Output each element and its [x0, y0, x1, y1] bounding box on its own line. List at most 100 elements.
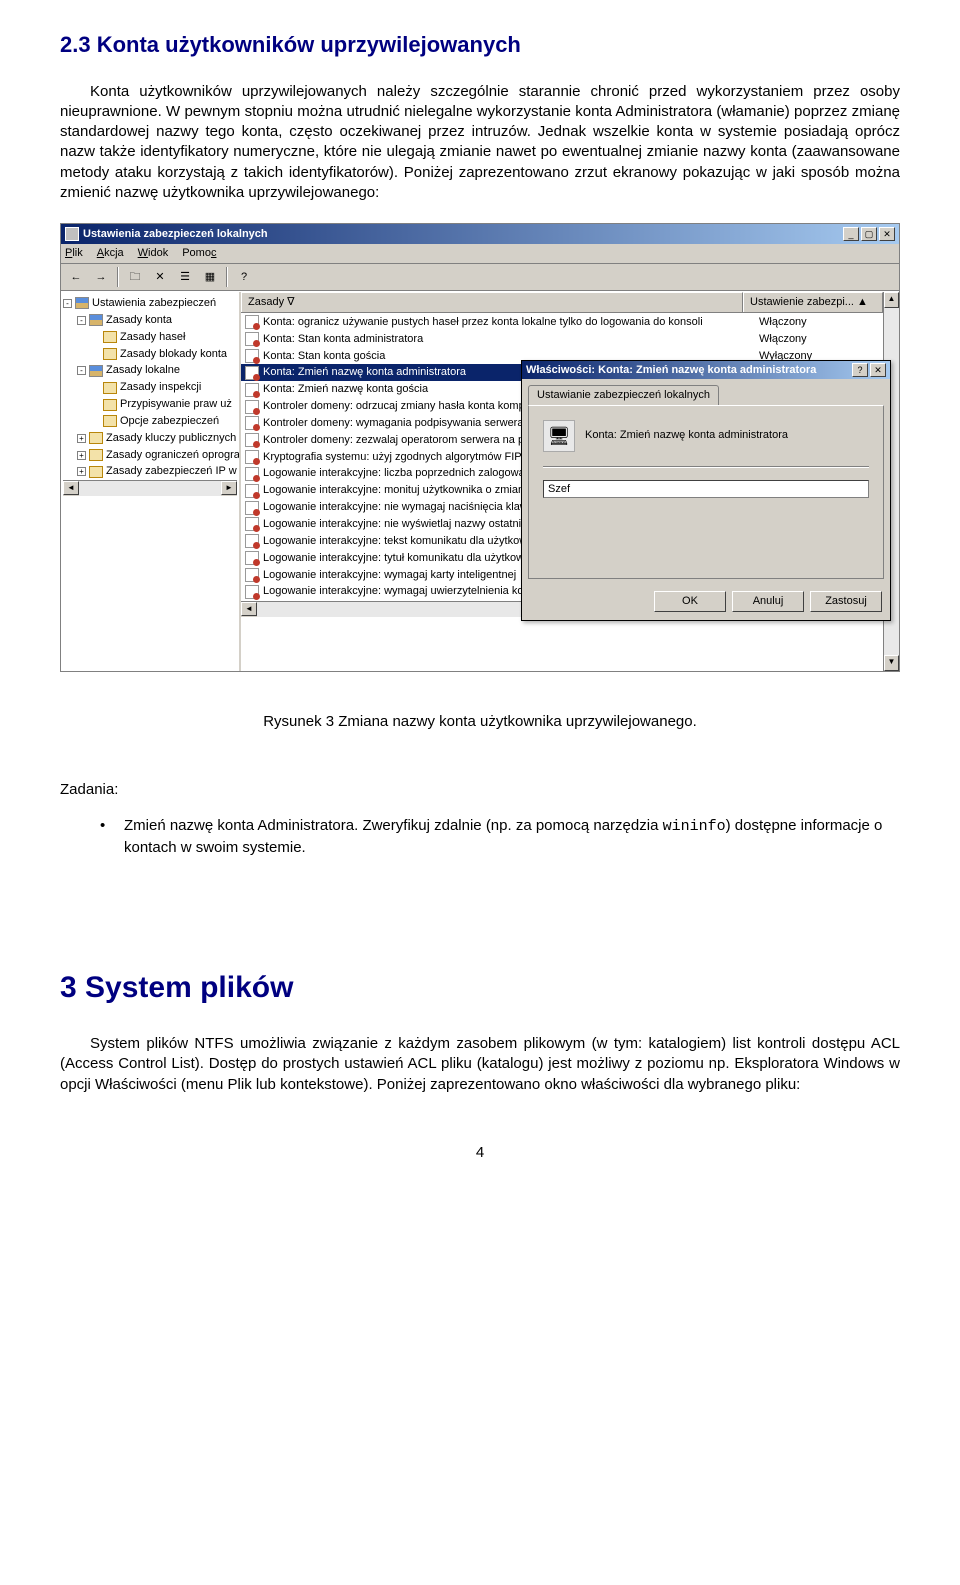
folder-icon	[103, 348, 117, 360]
tree-item[interactable]: + Zasady zabezpieczeń IP w	[63, 463, 237, 480]
tree-toggle-icon[interactable]: +	[77, 451, 86, 460]
scroll-right-icon[interactable]: ►	[221, 481, 237, 495]
tree-hscroll[interactable]: ◄ ►	[63, 480, 237, 496]
toolbar-delete-icon[interactable]: ✕	[149, 267, 171, 287]
policy-icon	[245, 568, 259, 582]
folder-icon	[89, 466, 103, 478]
tree-item[interactable]: -Zasady lokalne	[63, 362, 237, 379]
tree-item-label: Opcje zabezpieczeń	[120, 414, 219, 429]
policy-icon	[245, 315, 259, 329]
scroll-up-icon[interactable]: ▲	[884, 292, 899, 308]
scroll-left-icon[interactable]: ◄	[63, 481, 79, 495]
toolbar: ← → 🗀 ✕ ☰ ▦ ?	[61, 264, 899, 291]
tree-toggle-icon[interactable]: -	[77, 366, 86, 375]
tree-item[interactable]: + Zasady kluczy publicznych	[63, 430, 237, 447]
toolbar-separator	[226, 267, 228, 287]
folder-open-icon	[103, 415, 117, 427]
tree-item-label: Zasady kluczy publicznych	[106, 431, 236, 446]
tasks-list: Zmień nazwę konta Administratora. Zweryf…	[60, 815, 900, 858]
policy-name: Konta: ogranicz używanie pustych haseł p…	[263, 315, 759, 330]
policy-icon	[245, 416, 259, 430]
tree-item-label: Zasady konta	[106, 313, 172, 328]
menu-akcja[interactable]: Akcja	[97, 246, 124, 261]
tree-toggle-icon[interactable]: +	[77, 467, 86, 476]
main-window-title: Ustawienia zabezpieczeń lokalnych	[83, 227, 268, 242]
policy-row[interactable]: Konta: ogranicz używanie pustych haseł p…	[241, 314, 883, 331]
figure-caption-3: Rysunek 3 Zmiana nazwy konta użytkownika…	[60, 712, 900, 732]
tree-toggle-icon[interactable]: -	[63, 299, 72, 308]
menu-plik[interactable]: Plik	[65, 246, 83, 261]
tree-pane[interactable]: -Ustawienia zabezpieczeń-Zasady kontaZas…	[61, 292, 241, 671]
policy-row[interactable]: Konta: Stan konta administratoraWłączony	[241, 331, 883, 348]
scroll-left-icon[interactable]: ◄	[241, 602, 257, 616]
tree-item[interactable]: Przypisywanie praw uż	[63, 396, 237, 413]
close-button[interactable]: ✕	[879, 227, 895, 241]
tree-item[interactable]: Zasady inspekcji	[63, 379, 237, 396]
tree-toggle-icon[interactable]: -	[77, 316, 86, 325]
page-number: 4	[60, 1143, 900, 1163]
tree-item[interactable]: +Zasady ograniczeń oprogra	[63, 447, 237, 464]
tree-item-label: Zasady zabezpieczeń IP w	[106, 464, 237, 479]
paragraph-1: Konta użytkowników uprzywilejowanych nal…	[60, 82, 900, 204]
toolbar-separator	[117, 267, 119, 287]
chapter-heading-3: 3 System plików	[60, 968, 900, 1009]
policy-icon	[245, 450, 259, 464]
toolbar-up-icon[interactable]: 🗀	[124, 267, 146, 287]
toolbar-export-icon[interactable]: ▦	[199, 267, 221, 287]
policy-icon	[245, 366, 259, 380]
scroll-down-icon[interactable]: ▼	[884, 655, 899, 671]
tree-item-label: Zasady haseł	[120, 330, 185, 345]
tree-item-label: Zasady inspekcji	[120, 380, 201, 395]
tree-item-label: Przypisywanie praw uż	[120, 397, 232, 412]
policy-name: Konta: Stan konta administratora	[263, 332, 759, 347]
dialog-policy-icon: 🖥	[543, 420, 575, 452]
app-icon	[65, 227, 79, 241]
tree-item-label: Ustawienia zabezpieczeń	[92, 296, 216, 311]
minimize-button[interactable]: _	[843, 227, 859, 241]
apply-button[interactable]: Zastosuj	[810, 591, 882, 612]
dialog-titlebar: Właściwości: Konta: Zmień nazwę konta ad…	[522, 361, 890, 379]
toolbar-back-icon[interactable]: ←	[65, 267, 87, 287]
tab-local-settings[interactable]: Ustawianie zabezpieczeń lokalnych	[528, 385, 719, 405]
tasks-label: Zadania:	[60, 780, 900, 800]
folder-icon	[103, 331, 117, 343]
folder-icon	[103, 382, 117, 394]
toolbar-help-icon[interactable]: ?	[233, 267, 255, 287]
book-icon	[89, 365, 103, 377]
policy-icon	[245, 484, 259, 498]
tree-item[interactable]: Opcje zabezpieczeń	[63, 413, 237, 430]
maximize-button[interactable]: ▢	[861, 227, 877, 241]
column-zasady[interactable]: Zasady ∇	[241, 292, 743, 312]
menubar: Plik Akcja Widok Pomoc	[61, 244, 899, 264]
folder-icon	[103, 399, 117, 411]
tree-item[interactable]: Zasady haseł	[63, 329, 237, 346]
toolbar-forward-icon[interactable]: →	[90, 267, 112, 287]
list-header: Zasady ∇ Ustawienie zabezpi... ▲	[241, 292, 883, 313]
tree-item[interactable]: Zasady blokady konta	[63, 346, 237, 363]
policy-icon	[245, 383, 259, 397]
policy-icon	[245, 349, 259, 363]
tree-toggle-icon[interactable]: +	[77, 434, 86, 443]
menu-widok[interactable]: Widok	[138, 246, 169, 261]
book-icon	[75, 297, 89, 309]
ok-button[interactable]: OK	[654, 591, 726, 612]
dialog-close-button[interactable]: ✕	[870, 363, 886, 377]
dialog-title: Właściwości: Konta: Zmień nazwę konta ad…	[526, 363, 816, 378]
policy-icon	[245, 534, 259, 548]
tree-item-label: Zasady blokady konta	[120, 347, 227, 362]
list-pane: Zasady ∇ Ustawienie zabezpi... ▲ Konta: …	[241, 292, 899, 671]
properties-dialog: Właściwości: Konta: Zmień nazwę konta ad…	[521, 360, 891, 621]
cancel-button[interactable]: Anuluj	[732, 591, 804, 612]
policy-icon	[245, 585, 259, 599]
dialog-help-button[interactable]: ?	[852, 363, 868, 377]
toolbar-properties-icon[interactable]: ☰	[174, 267, 196, 287]
rename-admin-input[interactable]	[543, 480, 869, 498]
folder-icon	[89, 432, 103, 444]
column-ustawienie[interactable]: Ustawienie zabezpi... ▲	[743, 292, 883, 312]
main-window-titlebar: Ustawienia zabezpieczeń lokalnych _ ▢ ✕	[61, 224, 899, 244]
book-icon	[89, 314, 103, 326]
policy-icon	[245, 433, 259, 447]
tree-item[interactable]: - Ustawienia zabezpieczeń	[63, 295, 237, 312]
tree-item[interactable]: - Zasady konta	[63, 312, 237, 329]
menu-pomoc[interactable]: Pomoc	[182, 246, 216, 261]
